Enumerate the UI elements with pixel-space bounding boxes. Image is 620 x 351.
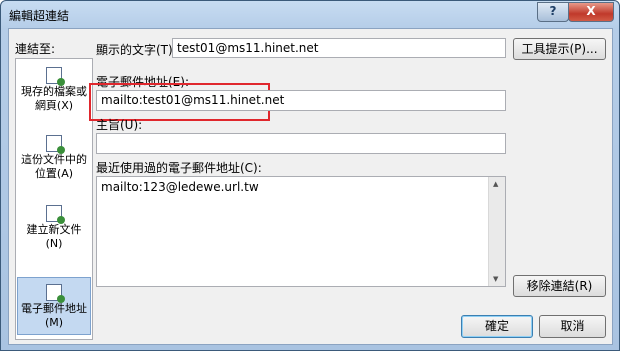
sidebar-item-new-document[interactable]: 建立新文件 (N) [17,205,91,261]
remove-link-button[interactable]: 移除連結(R) [513,275,606,297]
sidebar-item-label: 現存的檔案或 [21,85,87,98]
display-text-label: 顯示的文字(T): [96,43,177,57]
tooltip-button[interactable]: 工具提示(P)... [513,38,606,60]
sidebar-item-label: 電子郵件地址 [21,302,87,315]
display-text-field[interactable]: test01@ms11.hinet.net [172,38,506,58]
document-place-icon [46,135,65,154]
help-button[interactable]: ? [537,2,569,22]
window-title: 編輯超連結 [9,9,70,23]
scroll-up-icon[interactable]: ▲ [493,180,498,188]
subject-field[interactable] [96,133,506,154]
scroll-down-icon[interactable]: ▼ [493,275,498,283]
sidebar-item-label: 網頁(X) [34,99,74,112]
sidebar-item-label: 這份文件中的 [21,153,87,166]
link-to-label: 連結至: [15,42,56,56]
sidebar-item-label: 位置(A) [34,167,74,180]
list-item[interactable]: mailto:123@ledewe.url.tw [97,177,505,197]
link-to-panel: 現存的檔案或 網頁(X) 這份文件中的 位置(A) 建立新文件 (N) 電子郵件… [15,58,93,340]
cancel-button[interactable]: 取消 [539,315,606,338]
close-button[interactable]: X [568,2,614,22]
email-icon [46,284,65,303]
sidebar-item-label: 建立新文件 [26,223,82,236]
sidebar-item-existing-file[interactable]: 現存的檔案或 網頁(X) [17,67,91,123]
sidebar-item-label: (N) [45,237,63,250]
ok-button[interactable]: 確定 [461,315,533,338]
list-scrollbar[interactable]: ▲ ▼ [488,177,505,286]
sidebar-item-email[interactable]: 電子郵件地址 (M) [17,277,91,335]
title-bar: 編輯超連結 ? X [1,1,619,27]
sidebar-item-document-place[interactable]: 這份文件中的 位置(A) [17,135,91,191]
recent-emails-label: 最近使用過的電子郵件地址(C): [96,161,262,175]
email-address-field[interactable]: mailto:test01@ms11.hinet.net [96,90,506,111]
recent-emails-list[interactable]: mailto:123@ledewe.url.tw ▲ ▼ [96,176,506,287]
edit-hyperlink-dialog: 編輯超連結 ? X 連結至: 現存的檔案或 網頁(X) 這份文件中的 位置(A)… [0,0,620,351]
dialog-body: 連結至: 現存的檔案或 網頁(X) 這份文件中的 位置(A) 建立新文件 (N)… [8,28,613,345]
existing-file-icon [46,67,65,86]
new-document-icon [46,205,65,224]
subject-label: 主旨(U): [96,118,143,132]
sidebar-item-label: (M) [44,316,64,329]
